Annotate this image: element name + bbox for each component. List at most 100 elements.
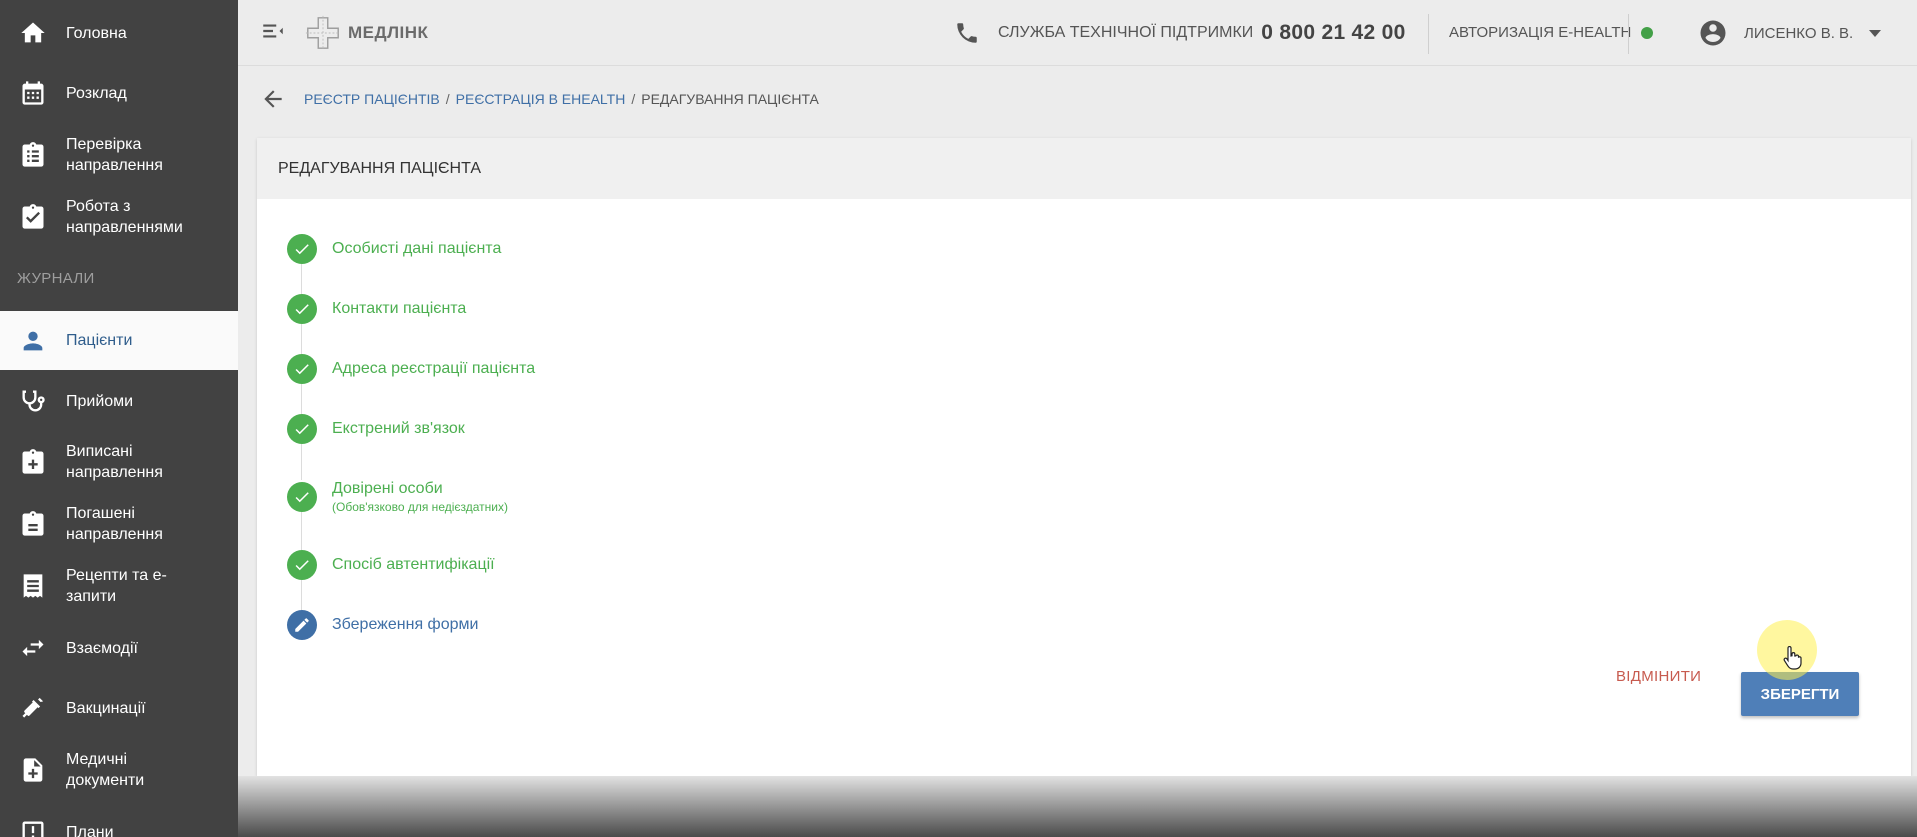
step-label: Особисті дані пацієнта [332,240,502,257]
stethoscope-icon [0,387,66,415]
sidebar-item-label: Вакцинації [66,699,146,717]
sidebar-item-home[interactable]: Головна [0,14,238,52]
check-icon [287,414,317,444]
edit-patient-card: РЕДАГУВАННЯ ПАЦІЄНТА Особисті дані паціє… [257,138,1911,776]
sidebar-item-redeemed-referrals[interactable]: Погашені направлення [0,502,238,546]
hand-cursor-icon [1783,646,1802,670]
support-phone-number: 0 800 21 42 00 [1261,21,1406,44]
support-contact: СЛУЖБА ТЕХНІЧНОЇ ПІДТРИМКИ 0 800 21 42 0… [954,20,1406,46]
sidebar-item-issued-referrals[interactable]: Виписані направлення [0,440,238,484]
sidebar-item-label: Пацієнти [66,332,133,349]
receipt-icon [0,572,66,600]
sidebar-item-patients[interactable]: Пацієнти [0,311,238,370]
step-connector [301,324,302,354]
logo: МЕДЛІНК [304,14,428,52]
sidebar-item-label: Взаємодії [66,639,138,657]
step-label: Екстрений зв'язок [332,420,465,437]
save-button[interactable]: ЗБЕРЕГТИ [1741,672,1859,716]
check-icon [287,482,317,512]
step-label: Довірені особи (Обов'язково для недієзда… [332,480,508,514]
divider [1628,14,1629,54]
sidebar-item-label: Розклад [66,84,127,102]
sidebar-item-prescriptions[interactable]: Рецепти та е-запити [0,564,238,608]
check-icon [287,550,317,580]
check-icon [287,234,317,264]
breadcrumb-ehealth-registration[interactable]: РЕЄСТРАЦІЯ В EHEALTH [456,91,626,107]
swap-icon [0,634,66,662]
sidebar-item-interactions[interactable]: Взаємодії [0,628,238,668]
syringe-icon [0,694,66,722]
step-connector [301,510,302,550]
journals-section-label: ЖУРНАЛИ [17,270,95,287]
logo-text: МЕДЛІНК [348,23,429,42]
step-registration-address[interactable]: Адреса реєстрації пацієнта [287,354,887,384]
step-emergency-contact[interactable]: Екстрений зв'язок [287,414,887,444]
step-label: Спосіб автентифікації [332,556,495,573]
medical-doc-icon [0,756,66,784]
step-connector [301,264,302,294]
step-sublabel: (Обов'язково для недієздатних) [332,500,508,514]
breadcrumb-patient-registry[interactable]: РЕЄСТР ПАЦІЄНТІВ [304,91,440,107]
sidebar-item-label: Виписані направлення [66,443,163,481]
ehealth-status[interactable]: АВТОРИЗАЦІЯ E-HEALTH [1449,24,1654,41]
user-menu[interactable]: ЛИСЕНКО В. В. [1698,18,1882,48]
calendar-icon [0,79,66,107]
step-label-text: Довірені особи [332,480,443,497]
ehealth-label: АВТОРИЗАЦІЯ E-HEALTH [1449,24,1632,41]
user-name: ЛИСЕНКО В. В. [1744,24,1854,42]
step-authentication[interactable]: Спосіб автентифікації [287,550,887,580]
sidebar-item-label: Робота з направленнями [66,198,183,236]
sidebar-item-label: Погашені направлення [66,505,163,543]
cancel-button[interactable]: ВІДМІНИТИ [1616,668,1701,685]
medical-cross-logo-icon [305,15,341,51]
sidebar-item-appointments[interactable]: Прийоми [0,381,238,421]
step-label: Адреса реєстрації пацієнта [332,360,536,377]
pencil-icon [287,610,317,640]
sidebar-item-plans[interactable]: Плани [0,812,238,837]
support-label: СЛУЖБА ТЕХНІЧНОЇ ПІДТРИМКИ [998,24,1254,41]
step-connector [301,384,302,414]
menu-collapse-icon[interactable] [260,18,286,44]
divider [1428,14,1429,54]
sidebar-item-schedule[interactable]: Розклад [0,74,238,112]
ehealth-status-dot [1641,26,1654,39]
clipboard-list-icon [0,141,66,169]
step-label: Збереження форми [332,616,479,633]
step-connector [301,580,302,610]
sidebar-item-label: Плани [66,823,114,837]
card-title: РЕДАГУВАННЯ ПАЦІЄНТА [257,138,1911,199]
step-save-form[interactable]: Збереження форми [287,610,887,640]
breadcrumb-separator: / [445,91,450,107]
step-label: Контакти пацієнта [332,300,467,317]
top-bar: МЕДЛІНК СЛУЖБА ТЕХНІЧНОЇ ПІДТРИМКИ 0 800… [238,0,1917,66]
account-circle-icon [1700,20,1726,46]
chevron-down-icon [1869,29,1882,37]
clipboard-plus-icon [0,448,66,476]
sidebar-item-referral-check[interactable]: Перевірка направлення [0,133,238,177]
check-icon [287,294,317,324]
sidebar-item-referral-work[interactable]: Робота з направленнями [0,195,238,239]
step-contacts[interactable]: Контакти пацієнта [287,294,887,324]
clipboard-check-icon [0,203,66,231]
sidebar-item-label: Медичні документи [66,751,145,789]
sidebar-item-label: Рецепти та е-запити [66,567,167,605]
clipboard-done-icon [0,510,66,538]
breadcrumb-current: РЕДАГУВАННЯ ПАЦІЄНТА [641,91,819,107]
home-icon [0,19,66,47]
step-personal-data[interactable]: Особисті дані пацієнта [287,234,887,264]
check-icon [287,354,317,384]
phone-icon [957,23,977,43]
person-icon [0,327,66,355]
sidebar-item-label: Перевірка направлення [66,136,163,174]
bottom-shadow [238,776,1917,837]
step-trusted-persons[interactable]: Довірені особи (Обов'язково для недієзда… [287,480,887,514]
sidebar-item-vaccinations[interactable]: Вакцинації [0,688,238,728]
sidebar-item-label: Прийоми [66,392,134,410]
sidebar-item-label: Головна [66,24,127,42]
arrow-back-icon[interactable] [260,86,286,112]
plan-icon [0,818,66,837]
sidebar: Головна Розклад Перевірка направлення Ро… [0,0,238,837]
sidebar-item-medical-docs[interactable]: Медичні документи [0,748,238,792]
step-connector [301,444,302,480]
breadcrumb: РЕЄСТР ПАЦІЄНТІВ / РЕЄСТРАЦІЯ В EHEALTH … [260,86,819,112]
